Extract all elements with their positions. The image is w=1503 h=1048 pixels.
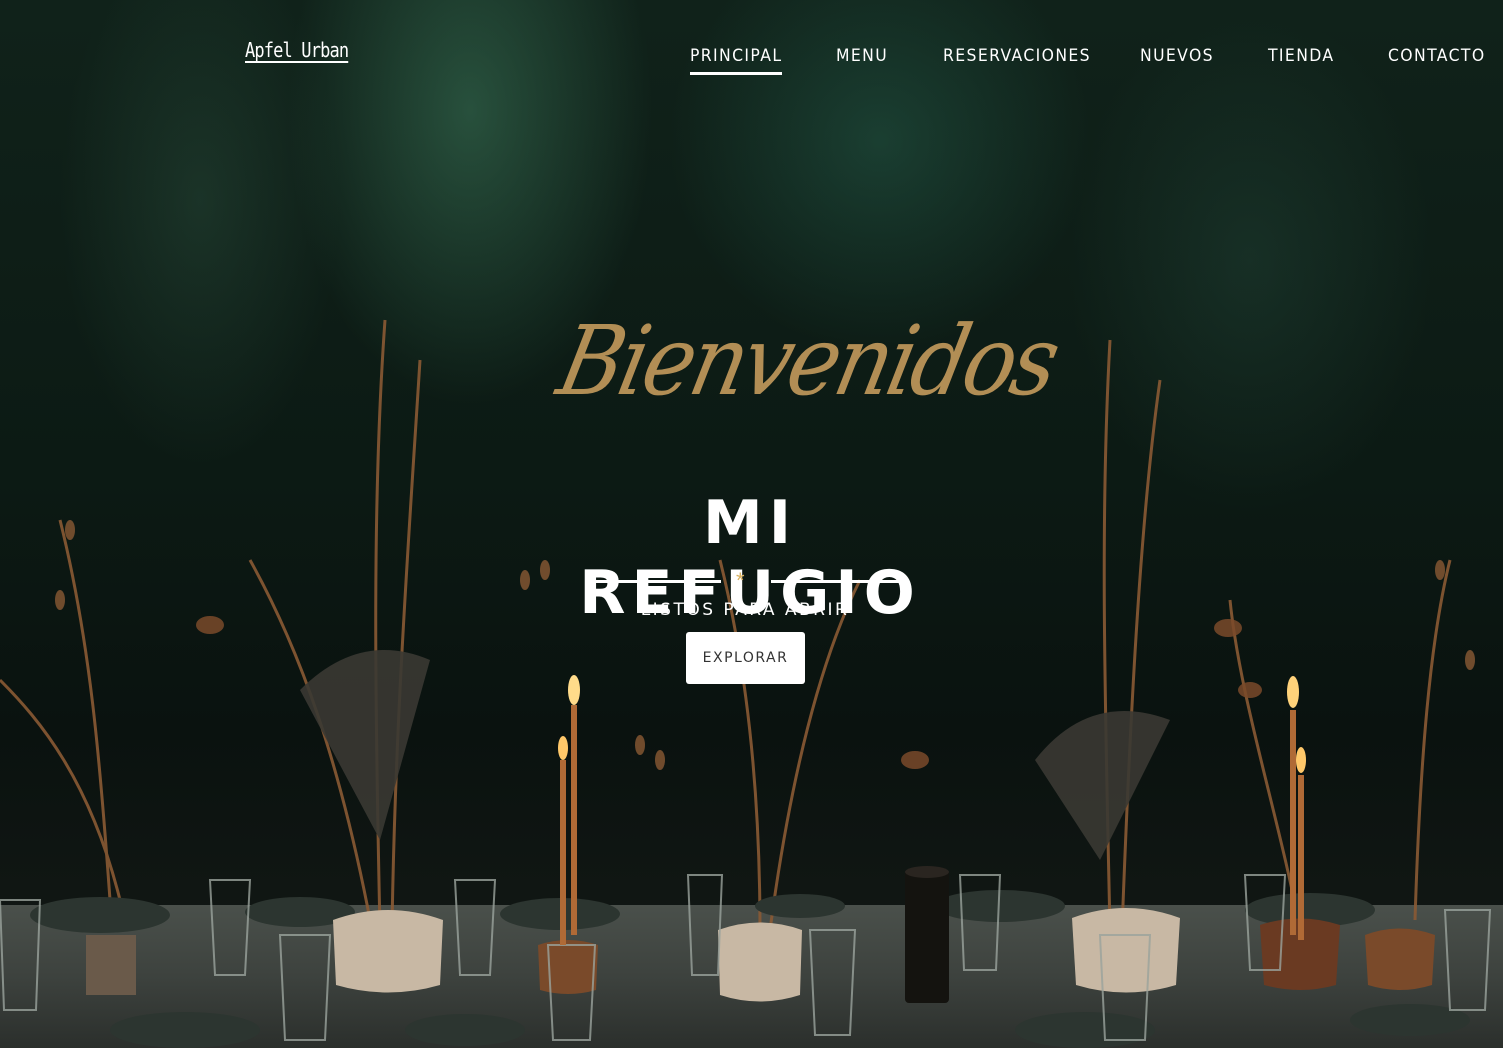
- main-navigation: PRINCIPAL MENU RESERVACIONES NUEVOS TIEN…: [0, 46, 1503, 76]
- divider-star-icon: *: [736, 568, 745, 593]
- hero-script-heading: Bienvenidos: [549, 305, 1067, 417]
- nav-item-tienda[interactable]: TIENDA: [1268, 46, 1334, 66]
- hero-divider-left: [591, 580, 721, 583]
- nav-item-contacto[interactable]: CONTACTO: [1388, 46, 1486, 66]
- nav-item-menu[interactable]: MENU: [836, 46, 888, 66]
- nav-item-nuevos[interactable]: NUEVOS: [1140, 46, 1214, 66]
- hero-subtitle: LISTOS PARA ABRIR: [640, 600, 850, 620]
- explore-button[interactable]: EXPLORAR: [686, 632, 805, 684]
- nav-item-reservaciones[interactable]: RESERVACIONES: [943, 46, 1091, 66]
- nav-item-principal[interactable]: PRINCIPAL: [690, 46, 783, 75]
- hero-divider-right: [771, 580, 900, 583]
